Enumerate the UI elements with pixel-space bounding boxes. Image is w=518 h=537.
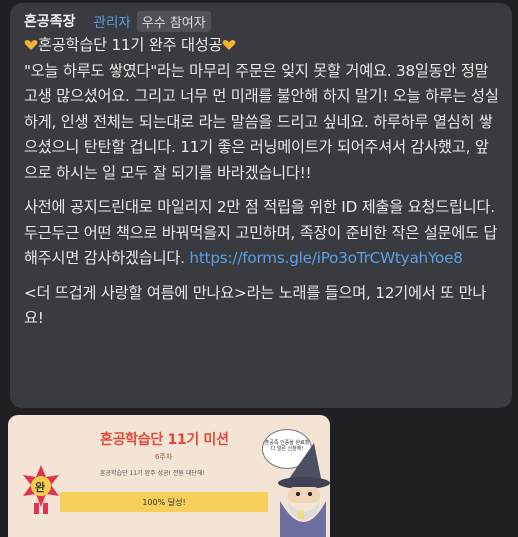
message-bubble: 혼공족장 관리자 우수 참여자 혼공학습단 11기 완주 대성공 "오늘 하루도… (10, 3, 512, 408)
wizard-mascot-icon (278, 443, 330, 537)
admin-role: 관리자 (93, 15, 131, 31)
progress-text: 100% 달성! (142, 498, 186, 507)
message-paragraph-3: <더 뜨겁게 사랑할 여름에 만나요>라는 노래를 들으며, 12기에서 또 만… (24, 283, 487, 328)
heart-hands-icon (24, 39, 38, 50)
banner-subtitle: 혼공학습단 11기 완주 성공! 전원 대단해! (100, 470, 205, 477)
banner-title: 혼공학습단 11기 미션 (100, 432, 229, 448)
author-name[interactable]: 혼공족장 (24, 11, 76, 31)
survey-link[interactable]: https://forms.gle/iPo3oTrCWtyahYoe8 (189, 249, 463, 267)
message-body: 혼공학습단 11기 완주 대성공 "오늘 하루도 쌓였다"라는 마무리 주문은 … (24, 33, 500, 332)
badge-tag: 우수 참여자 (136, 10, 211, 32)
attachment-image[interactable]: 완 혼공학습단 11기 미션 6주차 혼공학습단 11기 완주 성공! 전원 대… (8, 415, 330, 537)
message-header: 혼공족장 관리자 우수 참여자 (24, 9, 500, 33)
progress-bar: 100% 달성! (60, 492, 268, 512)
message-headline: 혼공학습단 11기 완주 대성공 (38, 36, 223, 54)
medal-label: 완 (35, 481, 46, 494)
mascot-initials: JJ (298, 510, 305, 520)
heart-hands-icon-right (222, 39, 236, 50)
message-paragraph-1: "오늘 하루도 쌓였다"라는 마무리 주문은 잊지 못할 거예요. 38일동안 … (24, 61, 499, 182)
week-label: 6주차 (155, 453, 173, 461)
